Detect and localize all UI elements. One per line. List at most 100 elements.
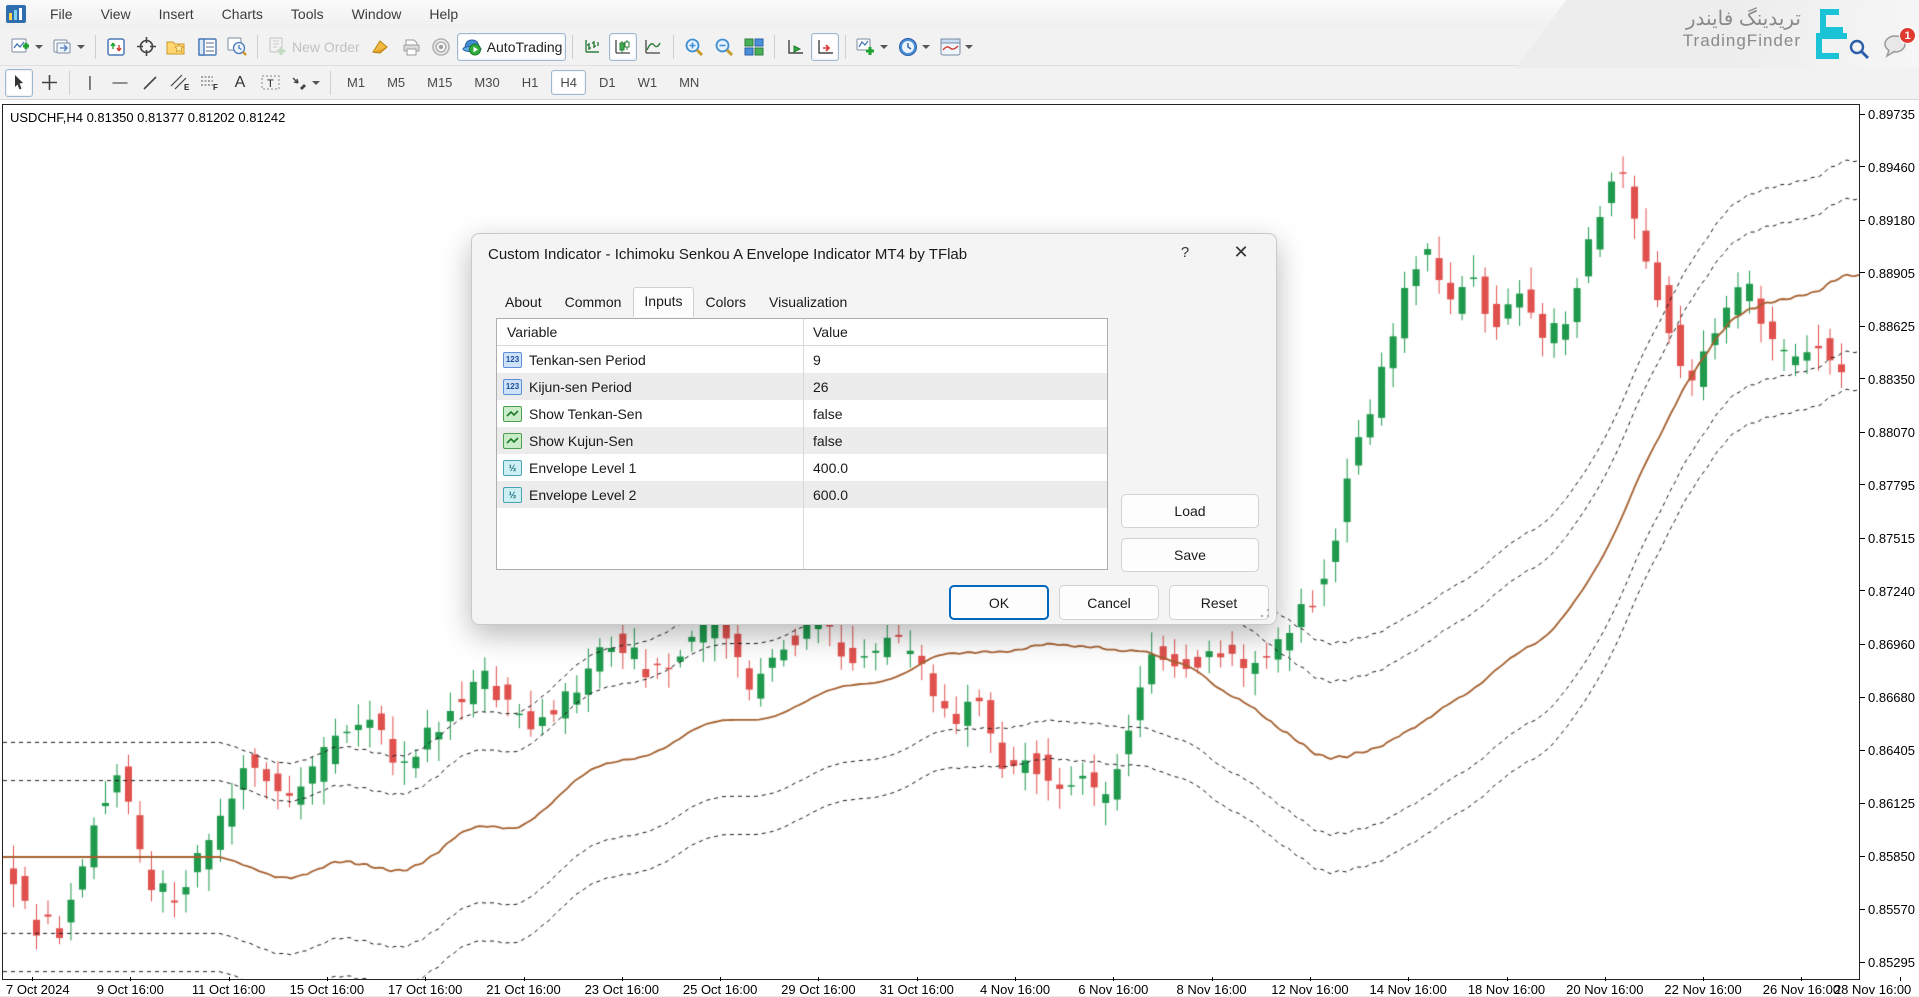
timeframe-m5[interactable]: M5 — [378, 70, 414, 95]
chat-icon[interactable]: 1 — [1883, 34, 1909, 63]
menu-item-file[interactable]: File — [36, 2, 87, 26]
price-tick — [1860, 909, 1865, 910]
tab-about[interactable]: About — [494, 288, 553, 316]
timeframe-m1[interactable]: M1 — [338, 70, 374, 95]
timeframe-m30[interactable]: M30 — [465, 70, 508, 95]
table-row[interactable]: 123Kijun-sen Period26 — [497, 373, 1107, 400]
horizontal-line-tool-button[interactable]: — — [106, 69, 134, 97]
tab-common[interactable]: Common — [554, 288, 633, 316]
price-axis-label: 0.86405 — [1868, 743, 1915, 758]
timeframe-d1[interactable]: D1 — [590, 70, 625, 95]
value-cell[interactable]: false — [803, 433, 1107, 449]
time-tick — [1310, 977, 1311, 981]
search-icon[interactable] — [1847, 37, 1871, 61]
time-tick — [818, 977, 819, 981]
terminal-button[interactable] — [193, 33, 221, 61]
bar-chart-button[interactable] — [579, 33, 607, 61]
table-row[interactable]: ½Envelope Level 2600.0 — [497, 481, 1107, 508]
time-axis-label: 12 Nov 16:00 — [1271, 982, 1348, 997]
column-divider[interactable] — [803, 319, 804, 569]
menu-item-help[interactable]: Help — [415, 2, 472, 26]
fibonacci-tool-button[interactable]: F — [196, 69, 224, 97]
ok-button[interactable]: OK — [949, 585, 1049, 620]
close-dialog-button[interactable]: ✕ — [1228, 242, 1254, 263]
indicators-button[interactable] — [852, 33, 892, 61]
timeframe-w1[interactable]: W1 — [629, 70, 667, 95]
market-watch-button[interactable] — [102, 33, 130, 61]
zoom-out-button[interactable] — [710, 33, 738, 61]
time-axis-label: 14 Nov 16:00 — [1370, 982, 1447, 997]
reset-button[interactable]: Reset — [1169, 585, 1269, 620]
variable-cell: 123Tenkan-sen Period — [497, 352, 803, 368]
time-tick — [1900, 977, 1901, 981]
value-cell[interactable]: 26 — [803, 379, 1107, 395]
crosshair-tool-button[interactable] — [35, 69, 63, 97]
variable-cell: Show Kujun-Sen — [497, 433, 803, 449]
tab-visualization[interactable]: Visualization — [758, 288, 858, 316]
value-cell[interactable]: false — [803, 406, 1107, 422]
price-tick — [1860, 220, 1865, 221]
zoom-in-button[interactable] — [680, 33, 708, 61]
timeframe-h1[interactable]: H1 — [513, 70, 548, 95]
variable-cell: ½Envelope Level 1 — [497, 460, 803, 476]
metaeditor-button[interactable] — [366, 33, 395, 61]
price-axis[interactable]: 0.897350.894600.891800.889050.886250.883… — [1860, 104, 1919, 978]
alerts-button[interactable] — [427, 33, 455, 61]
vertical-line-tool-button[interactable]: | — [76, 69, 104, 97]
candlestick-chart-button[interactable] — [609, 33, 637, 61]
templates-button[interactable] — [936, 33, 977, 61]
tab-colors[interactable]: Colors — [695, 288, 757, 316]
line-studies-toolbar: | — E F A T M1M5M15M30H1H4D1W1MN — [0, 66, 1919, 100]
text-tool-button[interactable]: A — [226, 69, 254, 97]
value-cell[interactable]: 600.0 — [803, 487, 1107, 503]
cursor-tool-button[interactable] — [5, 69, 33, 97]
load-button[interactable]: Load — [1121, 494, 1259, 528]
chevron-down-icon — [965, 45, 973, 49]
timeframe-mn[interactable]: MN — [670, 70, 708, 95]
chart-shift-button[interactable] — [811, 33, 839, 61]
navigator-button[interactable] — [162, 33, 191, 61]
table-row[interactable]: Show Kujun-Senfalse — [497, 427, 1107, 454]
timeframe-switcher: M1M5M15M30H1H4D1W1MN — [336, 70, 710, 95]
menu-item-view[interactable]: View — [87, 2, 145, 26]
new-order-button[interactable]: New Order — [264, 33, 364, 61]
label-letter: T — [267, 78, 274, 90]
value-cell[interactable]: 400.0 — [803, 460, 1107, 476]
chevron-down-icon — [35, 45, 43, 49]
arrows-tool-button[interactable] — [286, 69, 324, 97]
strategy-tester-button[interactable] — [223, 33, 251, 61]
price-tick — [1860, 272, 1865, 273]
menu-item-window[interactable]: Window — [338, 2, 416, 26]
time-tick — [622, 977, 623, 981]
time-tick — [229, 977, 230, 981]
tile-windows-button[interactable] — [740, 33, 768, 61]
autotrading-button[interactable]: AutoTrading — [457, 33, 567, 61]
help-button[interactable]: ? — [1174, 244, 1196, 261]
time-axis[interactable]: 7 Oct 20249 Oct 16:0011 Oct 16:0015 Oct … — [2, 980, 1858, 996]
trendline-tool-button[interactable] — [136, 69, 164, 97]
data-window-button[interactable] — [132, 33, 160, 61]
table-row[interactable]: Show Tenkan-Senfalse — [497, 400, 1107, 427]
menu-item-tools[interactable]: Tools — [277, 2, 338, 26]
time-axis-label: 29 Oct 16:00 — [781, 982, 855, 997]
menu-item-insert[interactable]: Insert — [145, 2, 208, 26]
timeframe-m15[interactable]: M15 — [418, 70, 461, 95]
value-cell[interactable]: 9 — [803, 352, 1107, 368]
resize-grip[interactable] — [1260, 608, 1270, 618]
new-chart-button[interactable] — [7, 33, 47, 61]
profiles-button[interactable] — [49, 33, 89, 61]
save-button[interactable]: Save — [1121, 538, 1259, 572]
equidistant-channel-tool-button[interactable]: E — [166, 69, 194, 97]
auto-scroll-button[interactable] — [781, 33, 809, 61]
line-chart-button[interactable] — [639, 33, 667, 61]
print-button[interactable] — [397, 33, 425, 61]
table-row[interactable]: 123Tenkan-sen Period9 — [497, 346, 1107, 373]
table-row[interactable]: ½Envelope Level 1400.0 — [497, 454, 1107, 481]
text-label-tool-button[interactable]: T — [256, 69, 284, 97]
tab-inputs[interactable]: Inputs — [633, 287, 693, 317]
menu-item-charts[interactable]: Charts — [208, 2, 277, 26]
timeframe-h4[interactable]: H4 — [551, 70, 586, 95]
cancel-button[interactable]: Cancel — [1059, 585, 1159, 620]
price-axis-label: 0.86125 — [1868, 796, 1915, 811]
periods-button[interactable] — [894, 33, 934, 61]
